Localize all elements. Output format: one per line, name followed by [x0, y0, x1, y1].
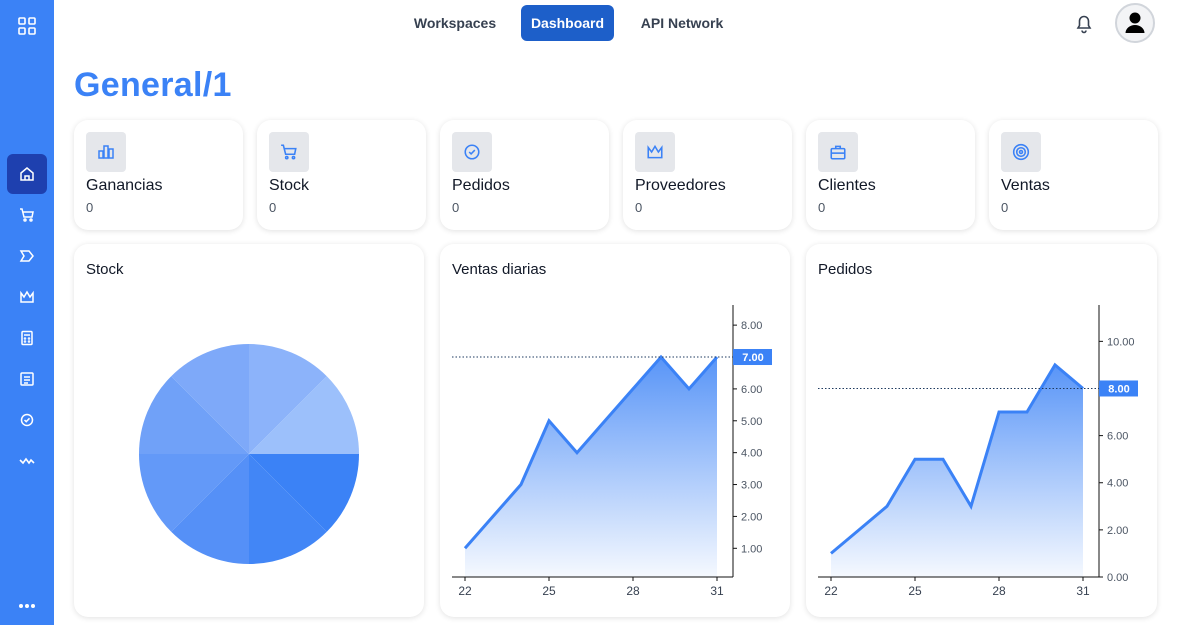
stat-card-stock[interactable]: Stock 0	[257, 120, 426, 230]
bell-icon[interactable]	[1073, 12, 1095, 34]
y-tick-label: 8.00	[741, 320, 762, 332]
y-tick-label: 2.00	[741, 511, 762, 523]
stat-value: 0	[452, 200, 460, 215]
stat-card-ganancias[interactable]: Ganancias 0	[74, 120, 243, 230]
list-icon[interactable]	[7, 359, 47, 399]
nav-dashboard[interactable]: Dashboard	[521, 5, 614, 41]
stat-label: Proveedores	[635, 177, 726, 194]
y-tick-label: 4.00	[1107, 478, 1128, 490]
top-bar: Workspaces Dashboard API Network	[54, 0, 1180, 46]
stat-value: 0	[86, 200, 94, 215]
stat-label: Stock	[269, 177, 310, 194]
chart-card-stock: Stock	[74, 244, 424, 617]
x-tick-label: 22	[824, 584, 838, 598]
y-tick-label: 6.00	[741, 384, 762, 396]
bar-chart-icon	[86, 132, 126, 172]
stat-card-proveedores[interactable]: Proveedores 0	[623, 120, 792, 230]
calculator-icon[interactable]	[7, 318, 47, 358]
briefcase-icon	[818, 132, 858, 172]
sidebar	[0, 0, 54, 625]
page-title: General/1	[74, 66, 232, 104]
more-icon[interactable]	[7, 586, 47, 625]
nav-api-network[interactable]: API Network	[630, 5, 734, 41]
stat-label: Clientes	[818, 177, 876, 194]
x-tick-label: 25	[908, 584, 922, 598]
ventas-diarias-area-chart: 1.00 2.00 3.00 4.00 5.00 6.00 7.00 8.00 22 25 28 31…	[452, 305, 772, 598]
current-value-label: 7.00	[742, 352, 763, 364]
y-tick-label: 2.00	[1107, 525, 1128, 537]
stat-card-ventas[interactable]: Ventas 0	[989, 120, 1158, 230]
avatar[interactable]	[1115, 3, 1155, 43]
x-tick-label: 28	[992, 584, 1006, 598]
y-tick-label: 3.00	[741, 480, 762, 492]
target-icon	[1001, 132, 1041, 172]
stat-value: 0	[818, 200, 826, 215]
y-tick-label: 10.00	[1107, 336, 1135, 348]
current-value-label: 8.00	[1108, 383, 1129, 395]
y-tick-label: 1.00	[741, 543, 762, 555]
stat-value: 0	[635, 200, 643, 215]
stat-card-pedidos[interactable]: Pedidos 0	[440, 120, 609, 230]
badge-check-icon	[452, 132, 492, 172]
activity-icon[interactable]	[7, 441, 47, 481]
stat-value: 0	[1001, 200, 1009, 215]
x-tick-label: 25	[542, 584, 556, 598]
y-tick-label: 0.00	[1107, 572, 1128, 584]
cart-icon[interactable]	[7, 195, 47, 235]
chart-card-ventas-diarias: Ventas diarias 1.002.003.004.005.006.007…	[440, 244, 790, 617]
stock-pie-chart	[139, 344, 359, 564]
badge-check-icon[interactable]	[7, 400, 47, 440]
chart-card-pedidos: Pedidos 0.002.004.006.008.0010.002225283…	[806, 244, 1157, 617]
stat-value: 0	[269, 200, 277, 215]
crown-icon[interactable]	[7, 277, 47, 317]
stat-card-clientes[interactable]: Clientes 0	[806, 120, 975, 230]
x-tick-label: 22	[458, 584, 472, 598]
stat-label: Ganancias	[86, 177, 163, 194]
x-tick-label: 31	[710, 584, 724, 598]
pedidos-area-chart: 0.002.004.006.008.0010.00222528318.00	[818, 305, 1138, 598]
crown-icon	[635, 132, 675, 172]
stat-label: Pedidos	[452, 177, 510, 194]
tag-icon[interactable]	[7, 236, 47, 276]
y-tick-label: 5.00	[741, 416, 762, 428]
y-tick-label: 4.00	[741, 448, 762, 460]
x-tick-label: 28	[626, 584, 640, 598]
area-fill	[465, 357, 717, 577]
grid-icon[interactable]	[7, 6, 47, 46]
x-tick-label: 31	[1076, 584, 1090, 598]
area-fill	[831, 364, 1083, 577]
cart-icon	[269, 132, 309, 172]
stat-label: Ventas	[1001, 177, 1050, 194]
nav-workspaces[interactable]: Workspaces	[404, 5, 506, 41]
home-icon[interactable]	[7, 154, 47, 194]
y-tick-label: 6.00	[1107, 431, 1128, 443]
